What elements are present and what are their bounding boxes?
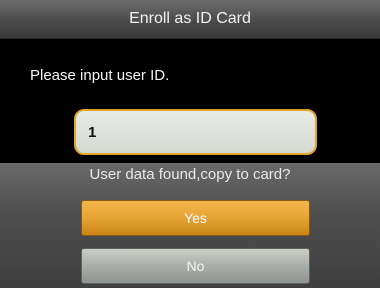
yes-button-label: Yes bbox=[184, 210, 207, 226]
no-button[interactable]: No bbox=[81, 248, 310, 284]
confirm-dialog: User data found,copy to card? Yes No bbox=[0, 163, 380, 288]
dialog-message: User data found,copy to card? bbox=[89, 166, 291, 183]
user-id-value: 1 bbox=[88, 123, 97, 141]
page-title: Enroll as ID Card bbox=[129, 10, 251, 27]
user-id-prompt: Please input user ID. bbox=[30, 67, 170, 84]
yes-button[interactable]: Yes bbox=[81, 200, 310, 236]
title-bar: Enroll as ID Card bbox=[0, 0, 380, 39]
no-button-label: No bbox=[186, 258, 205, 274]
enroll-id-card-screen: Enroll as ID Card Please input user ID. … bbox=[0, 0, 380, 288]
user-id-input[interactable]: 1 bbox=[74, 109, 317, 155]
